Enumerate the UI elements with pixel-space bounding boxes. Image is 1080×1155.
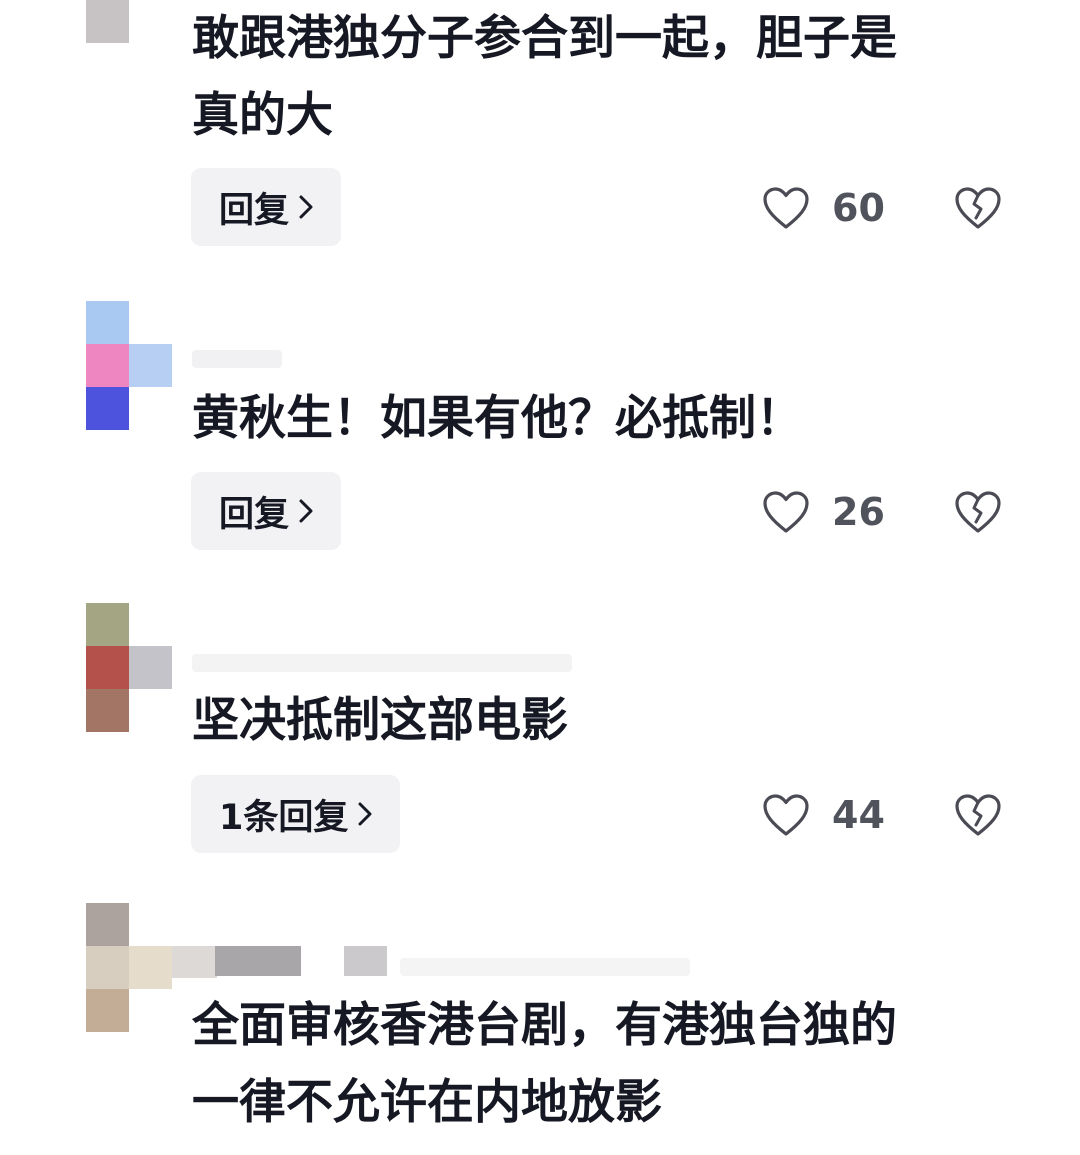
username[interactable] — [192, 654, 572, 672]
username[interactable] — [400, 958, 690, 976]
chevron-right-icon — [299, 499, 313, 523]
broken-heart-icon[interactable] — [954, 489, 1002, 535]
username-blur — [215, 946, 301, 976]
like-count: 26 — [832, 490, 885, 534]
reply-button[interactable]: 1条回复 — [191, 775, 401, 853]
comment-text: 全面审核香港台剧，有港独台独的 一律不允许在内地放影 — [192, 998, 897, 1130]
like-count: 44 — [832, 793, 885, 837]
username-blur — [344, 946, 387, 976]
reply-label: 回复 — [219, 494, 290, 535]
comment-text: 敢跟港独分子参合到一起，胆子是 真的大 — [192, 11, 897, 143]
avatar[interactable] — [86, 903, 172, 1033]
avatar[interactable] — [86, 301, 172, 431]
heart-outline-icon[interactable] — [762, 793, 810, 837]
avatar[interactable] — [86, 0, 172, 43]
reply-button[interactable]: 回复 — [191, 168, 342, 246]
avatar[interactable] — [86, 603, 172, 733]
heart-outline-icon[interactable] — [762, 186, 810, 230]
chevron-right-icon — [299, 195, 313, 219]
chevron-right-icon — [358, 802, 372, 826]
reply-button[interactable]: 回复 — [191, 472, 342, 550]
username-blur — [172, 946, 217, 978]
reply-label: 1条回复 — [219, 797, 349, 838]
broken-heart-icon[interactable] — [954, 792, 1002, 838]
reply-label: 回复 — [219, 190, 290, 231]
heart-outline-icon[interactable] — [762, 490, 810, 534]
comment-text: 坚决抵制这部电影 — [192, 693, 568, 748]
comment-text: 黄秋生！如果有他？必抵制！ — [192, 391, 803, 446]
broken-heart-icon[interactable] — [954, 185, 1002, 231]
username[interactable] — [192, 350, 282, 368]
like-count: 60 — [832, 186, 885, 230]
